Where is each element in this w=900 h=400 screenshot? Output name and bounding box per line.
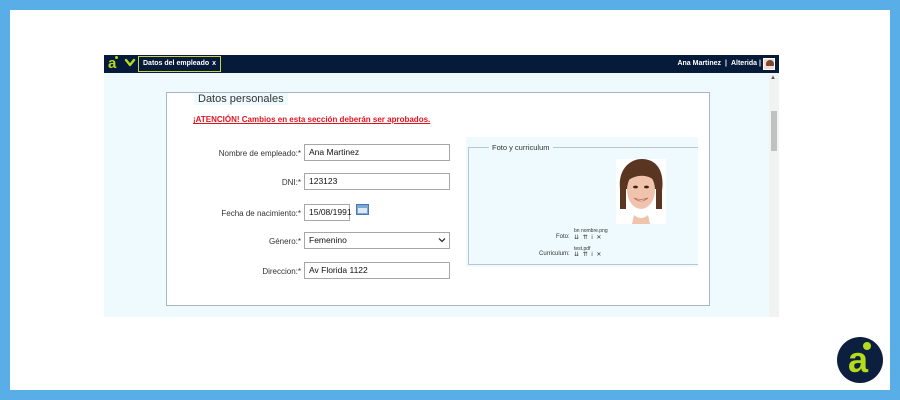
alterida-brand-logo-icon: a bbox=[837, 337, 883, 383]
attention-notice: ¡ATENCIÓN! Cambios en esta sección deber… bbox=[193, 115, 431, 124]
chevron-down-icon[interactable] bbox=[124, 56, 136, 70]
dni-label: DNI:* bbox=[281, 178, 301, 187]
alterida-logo-icon[interactable]: a bbox=[108, 56, 120, 72]
scrollbar-thumb[interactable] bbox=[771, 111, 777, 151]
photo-label: Foto: bbox=[556, 234, 570, 240]
scroll-up-icon[interactable]: ▲ bbox=[770, 75, 776, 81]
dni-input[interactable]: 123123 bbox=[304, 173, 450, 190]
birth-date-label: Fecha de nacimiento:* bbox=[221, 209, 301, 218]
address-label: Direccion:* bbox=[262, 267, 301, 276]
cv-file-actions[interactable]: ⇊ ⇈ i ✕ bbox=[574, 251, 602, 258]
tab-label: Datos del empleado bbox=[143, 60, 210, 67]
separator: | bbox=[759, 60, 761, 67]
cv-label: Curriculum: bbox=[539, 251, 570, 257]
calendar-icon[interactable] bbox=[356, 204, 369, 215]
chevron-down-icon bbox=[438, 238, 446, 243]
photo-file-actions[interactable]: ⇊ ⇈ i ✕ bbox=[574, 234, 602, 241]
user-menu[interactable]: Ana Martinez | Alterida | bbox=[677, 56, 775, 72]
employee-photo-image bbox=[616, 159, 666, 224]
tab-close-icon[interactable]: x bbox=[212, 60, 216, 67]
tab-datos-empleado[interactable]: Datos del empleado x bbox=[138, 56, 222, 72]
gender-select[interactable]: Femenino bbox=[304, 232, 450, 249]
birth-date-input[interactable]: 15/08/1991 bbox=[304, 204, 352, 221]
avatar[interactable] bbox=[763, 58, 775, 70]
employee-name-label: Nombre de empleado:* bbox=[218, 149, 301, 158]
gender-label: Género:* bbox=[268, 237, 301, 246]
app-window: a Datos del empleado x Ana Martinez | Alt… bbox=[104, 55, 779, 317]
section-title: Datos personales bbox=[194, 93, 288, 105]
separator: | bbox=[725, 60, 727, 67]
vertical-scrollbar[interactable]: ▲ bbox=[769, 73, 779, 317]
employee-name-input[interactable]: Ana Martinez bbox=[304, 144, 450, 161]
user-name: Ana Martinez bbox=[677, 60, 721, 67]
employee-photo bbox=[616, 159, 666, 224]
address-input[interactable]: Av Florida 1122 bbox=[304, 262, 450, 279]
photo-cv-title: Foto y curriculum bbox=[489, 143, 553, 152]
company-name: Alterida bbox=[730, 60, 758, 67]
top-bar: a Datos del empleado x Ana Martinez | Alt… bbox=[104, 55, 779, 73]
gender-selected-value: Femenino bbox=[309, 235, 347, 245]
